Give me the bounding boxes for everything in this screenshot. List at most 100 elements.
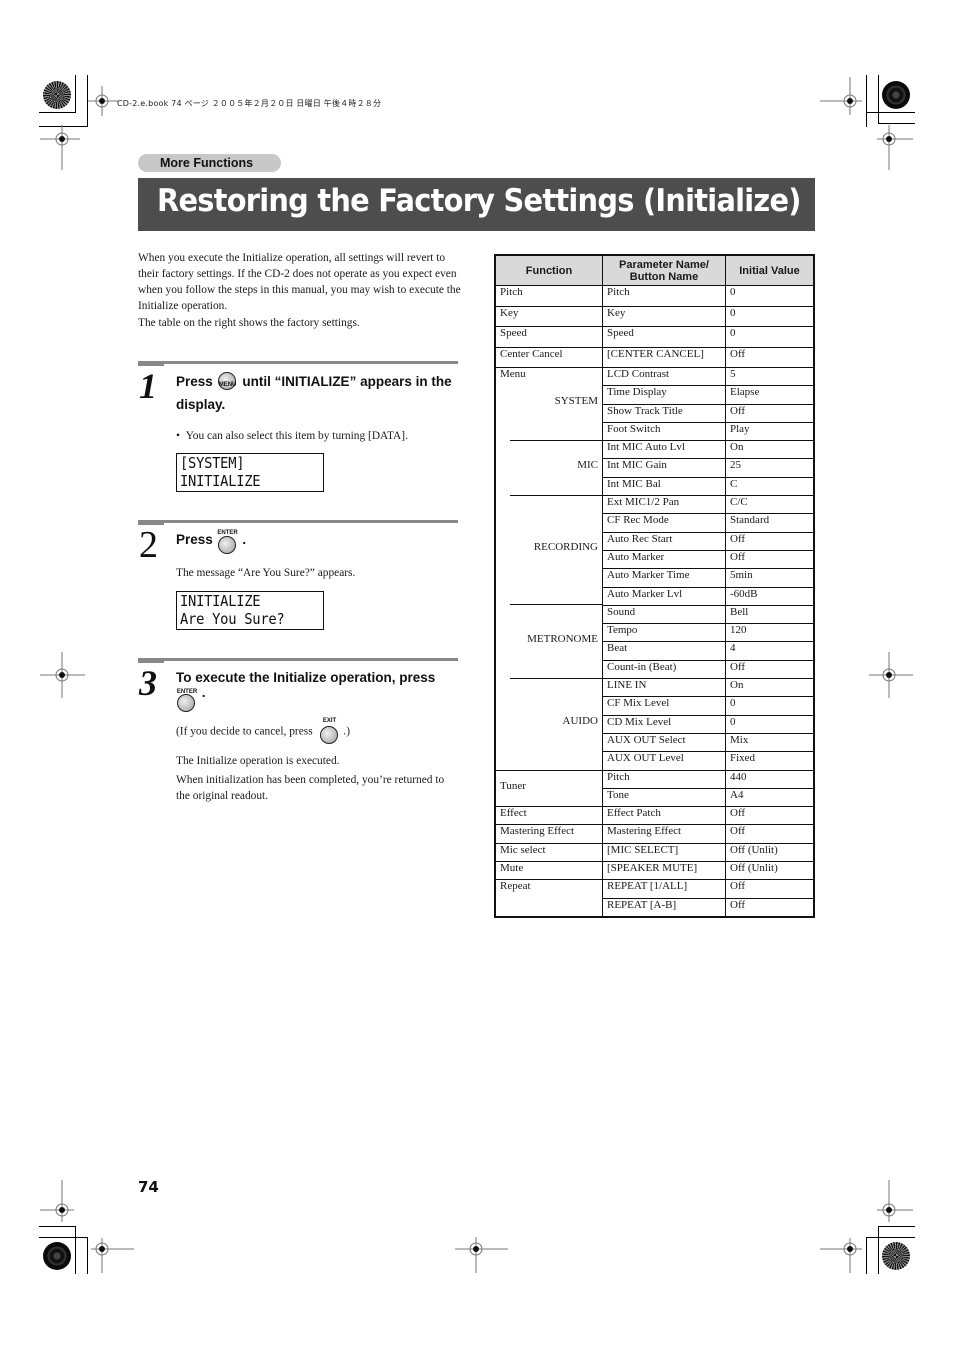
button-label: MENU [218,382,237,389]
crosshair-icon [820,1238,862,1273]
function-name: Pitch [500,286,523,298]
initial-value-cell: On [725,678,814,698]
step-text: The Initialize operation is executed. [176,755,340,767]
table-row: Foot Switch Play [495,421,814,442]
parameter-cell: AUX OUT Select [602,732,726,753]
section-label: More Functions [138,154,281,172]
function-cell [495,568,603,588]
function-cell: Pitch [495,285,603,307]
parameter-cell: Tone [602,787,726,808]
function-name: Mic select [500,843,546,856]
crosshair-icon [455,1237,508,1273]
table-row: Show Track Title Off [495,403,814,423]
table-row: AUIDO CD Mix Level 0 [495,714,814,734]
step-text: When initialization has been completed, … [176,774,445,802]
step-text: The message “Are You Sure?” appears. [176,567,356,579]
function-cell: Repeat [495,879,603,899]
initial-value-cell: Off [725,879,814,899]
subgroup-divider [510,439,603,441]
table-row: Count-in (Beat) Off [495,659,814,680]
function-cell [495,439,603,459]
step-heading-text: . [201,685,206,700]
initial-value-cell: Elapse [725,385,814,405]
parameter-cell: CF Mix Level [602,696,726,716]
table-row: REPEAT [A-B] Off [495,897,814,917]
lcd-line: [SYSTEM] [180,454,245,472]
function-cell: Mic select [495,842,603,863]
parameter-cell: [CENTER CANCEL] [602,346,726,368]
function-cell [495,898,603,917]
table-row: Int MIC Bal C [495,476,814,497]
initial-value-cell: Off [725,346,814,368]
initial-value-cell: Bell [725,604,814,625]
table-row: METRONOME Tempo 120 [495,623,814,645]
parameter-cell: Foot Switch [602,421,726,442]
table-row: Mic select [MIC SELECT] Off (Unlit) [495,842,814,863]
function-cell [495,677,603,697]
factory-settings-table: Function Parameter Name/ Button Name Ini… [494,254,815,918]
table-row: Tone A4 [495,787,814,808]
function-name: Mute [500,862,524,875]
menu-button-icon: MENU [217,368,239,391]
initial-value-cell: C/C [725,495,814,515]
parameter-cell: Tempo [602,623,726,643]
function-cell: Speed [495,326,603,348]
initial-value-cell: Off [725,659,814,680]
page-number: 74 [138,1178,159,1196]
function-cell [495,494,603,514]
initial-value-cell: 0 [725,285,814,307]
print-header: CD-2.e.book 74 ページ ２００５年２月２０日 日曜日 午後４時２８… [117,99,382,108]
table-row: MIC Int MIC Gain 25 [495,458,814,478]
exit-button-icon: EXIT [319,718,341,744]
subgroup-label: AUIDO [562,715,598,728]
column-header: Parameter Name/ Button Name [602,255,726,286]
crosshair-icon [40,1180,74,1222]
table-row: Menu LCD Contrast 5 [495,366,814,387]
parameter-cell: LINE IN [602,678,726,698]
initial-value-cell: -60dB [725,586,814,606]
table-row: Mute [SPEAKER MUTE] Off (Unlit) [495,861,814,881]
step-heading: Press ENTER . [176,528,247,555]
table-row: LINE IN On [495,677,814,698]
parameter-cell: Int MIC Bal [602,476,726,497]
initial-value-cell: A4 [725,787,814,808]
initial-value-cell: 0 [725,305,814,327]
function-cell: MIC [495,458,603,478]
step-heading-text: Press [176,532,213,547]
function-name: Effect [500,807,527,820]
bullet-icon: • [176,430,186,442]
parameter-cell: Mastering Effect [602,824,726,844]
crosshair-icon [40,125,80,170]
function-cell: Center Cancel [495,346,603,368]
crosshair-icon [877,1180,913,1222]
function-cell [495,422,603,441]
table-row: Mastering Effect Mastering Effect Off [495,824,814,844]
parameter-cell: AUX OUT Level [602,751,726,771]
initial-value-cell: C [725,476,814,497]
parameter-cell: LCD Contrast [602,366,726,387]
page-title: Restoring the Factory Settings (Initiali… [157,183,801,219]
initial-value-cell: Play [725,421,814,442]
initial-value-cell: Standard [725,513,814,533]
parameter-cell: Count-in (Beat) [602,659,726,680]
table-row: Pitch Pitch 0 [495,285,814,307]
initial-value-cell: Off [725,806,814,826]
function-cell: METRONOME [495,623,603,645]
function-cell [495,751,603,771]
intro-paragraph: When you execute the Initialize operatio… [138,252,461,312]
initial-value-cell: 0 [725,326,814,348]
initial-value-cell: Off [725,531,814,551]
table-row: CF Mix Level 0 [495,696,814,716]
function-cell: RECORDING [495,532,603,553]
step-heading-text: . [242,532,247,547]
parameter-cell: Show Track Title [602,403,726,423]
enter-button-icon: ENTER [217,530,239,555]
subgroup-divider [510,604,603,606]
cancel-note: (If you decide to cancel, press EXIT .) [176,718,350,744]
function-cell: SYSTEM [495,385,603,407]
step-heading: Press MENU until “INITIALIZE” appears in… [176,370,461,416]
function-cell [495,477,603,496]
table-row: Sound Bell [495,604,814,625]
function-cell: AUIDO [495,715,603,734]
initial-value-cell: Fixed [725,751,814,771]
